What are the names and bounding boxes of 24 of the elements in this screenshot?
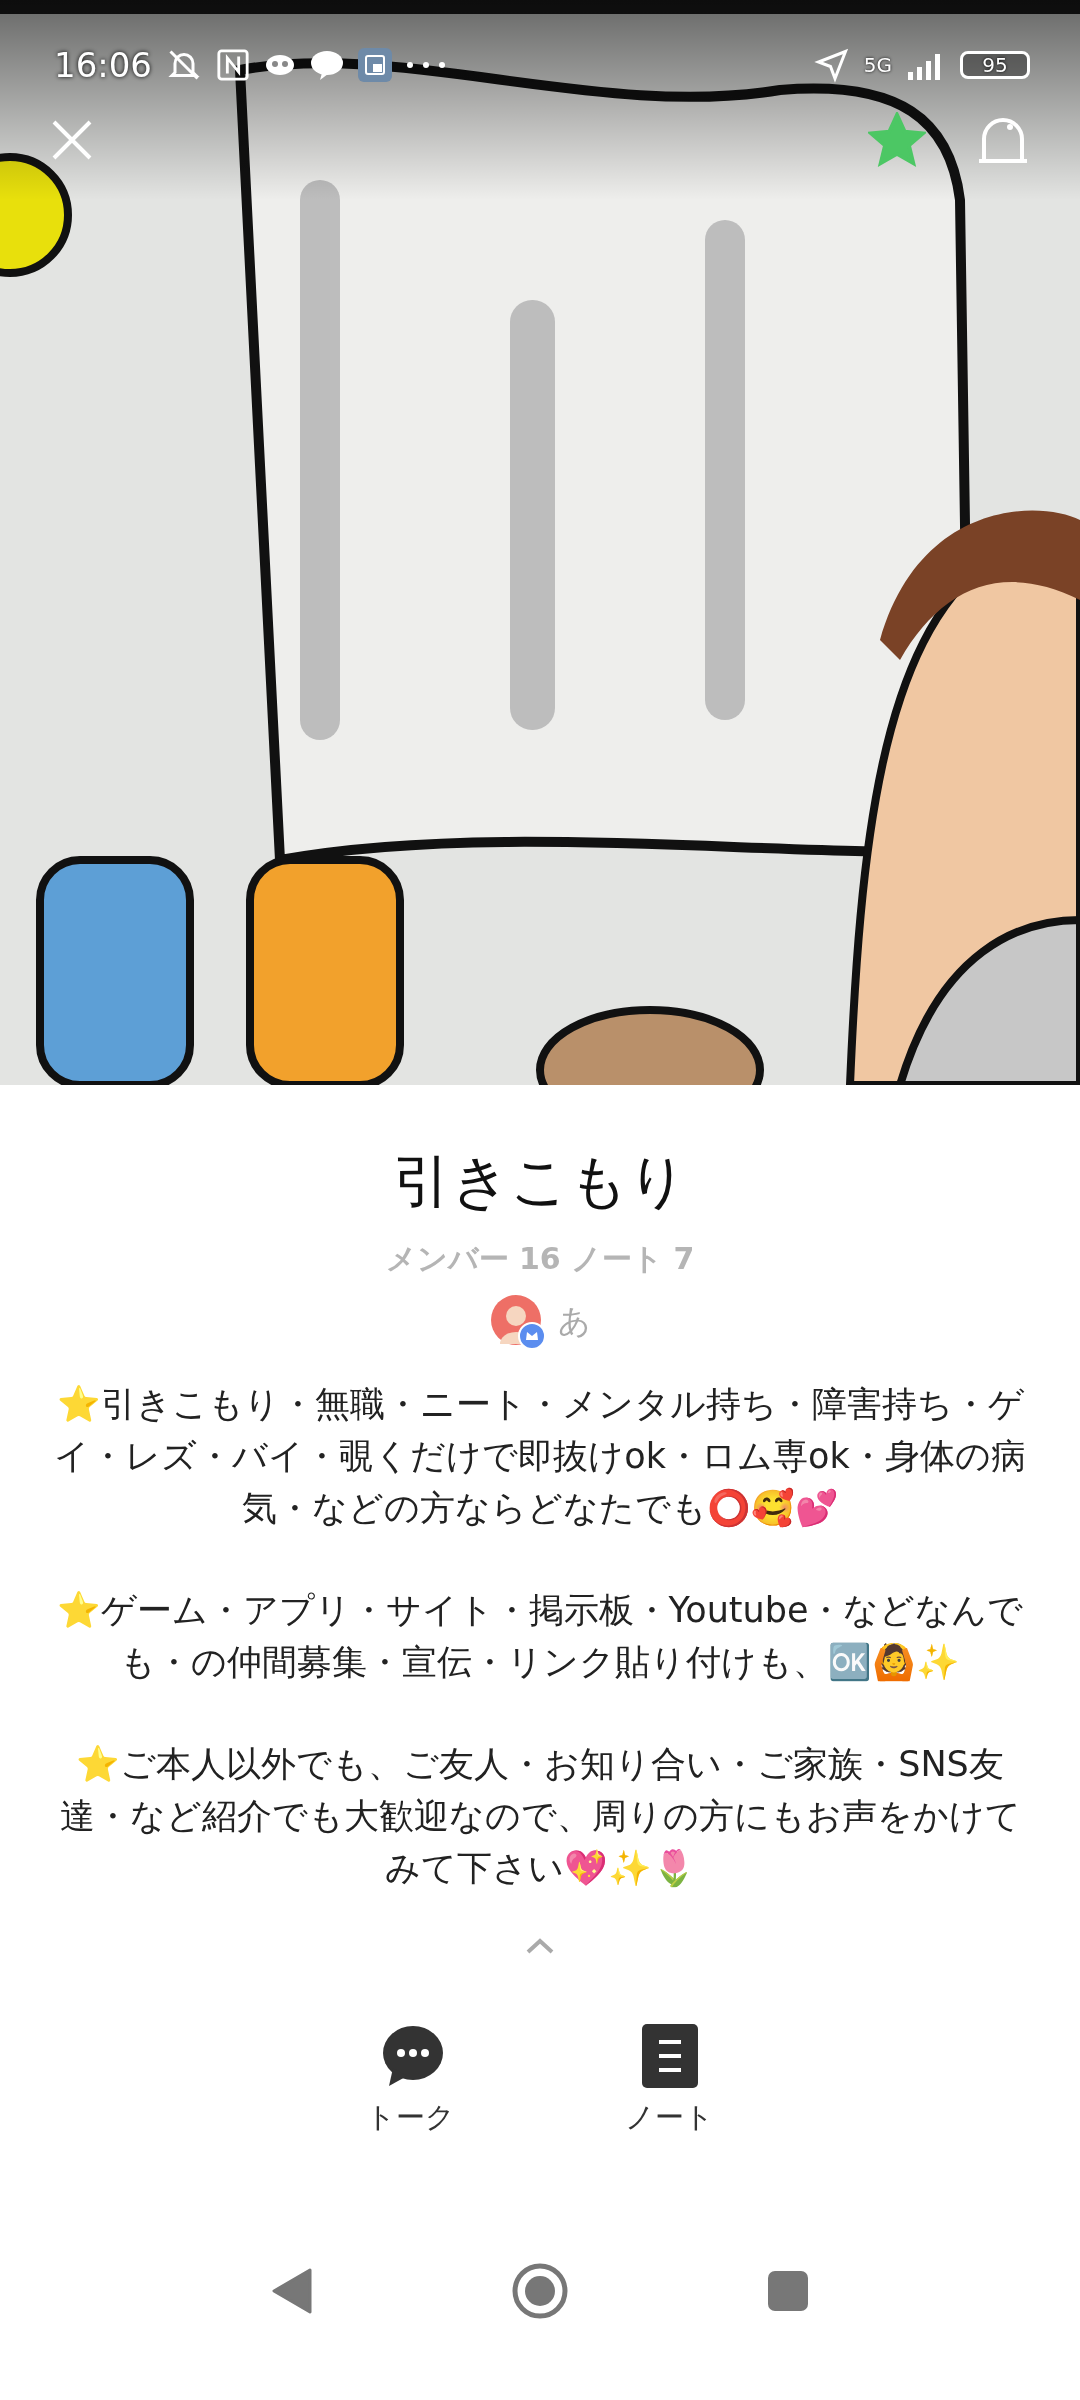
app-icon [264,53,296,77]
home-icon[interactable] [512,2262,568,2319]
talk-tab[interactable]: トーク [366,2023,455,2138]
description-paragraph: ⭐ご本人以外でも、ご友人・お知り合い・ご家族・SNS友達・など紹介でも大歓迎なので、周りの方にもお声をかけてみて下さい💖✨🌷 [58,1742,1022,1890]
favorite-star-button[interactable] [868,112,926,168]
note-tab[interactable]: ノート [625,2023,714,2138]
battery-level: 95 [960,51,1030,79]
status-time: 16:06 [54,45,152,85]
back-icon[interactable] [272,2267,312,2314]
document-icon [641,2023,698,2088]
community-stats: メンバー 16 ノート 7 [385,1239,695,1278]
description-paragraph: ⭐引きこもり・無職・ニート・メンタル持ち・障害持ち・ゲイ・レズ・バイ・覗くだけで即抜けok・ロム専ok・身体の病気・などの方ならどなたでも⭕🥰💕 [53,1382,1027,1530]
network-type: 5G [863,55,892,75]
owner-avatar-icon [489,1293,546,1350]
community-title: 引きこもり [393,1147,687,1217]
recents-icon[interactable] [768,2270,808,2311]
picture-in-picture-icon [358,48,392,82]
location-arrow-icon [813,47,850,83]
owner-name: あ [557,1300,591,1342]
caret-up-icon[interactable] [526,1937,554,1954]
chat-bubble-icon [310,49,344,81]
nfc-icon [216,48,250,82]
description-paragraph: ⭐ゲーム・アプリ・サイト・掲示板・Youtube・などなんでも・の仲間募集・宣伝・リンク貼り付けも、🆗🙆✨ [55,1588,1025,1684]
more-icon [406,61,446,69]
